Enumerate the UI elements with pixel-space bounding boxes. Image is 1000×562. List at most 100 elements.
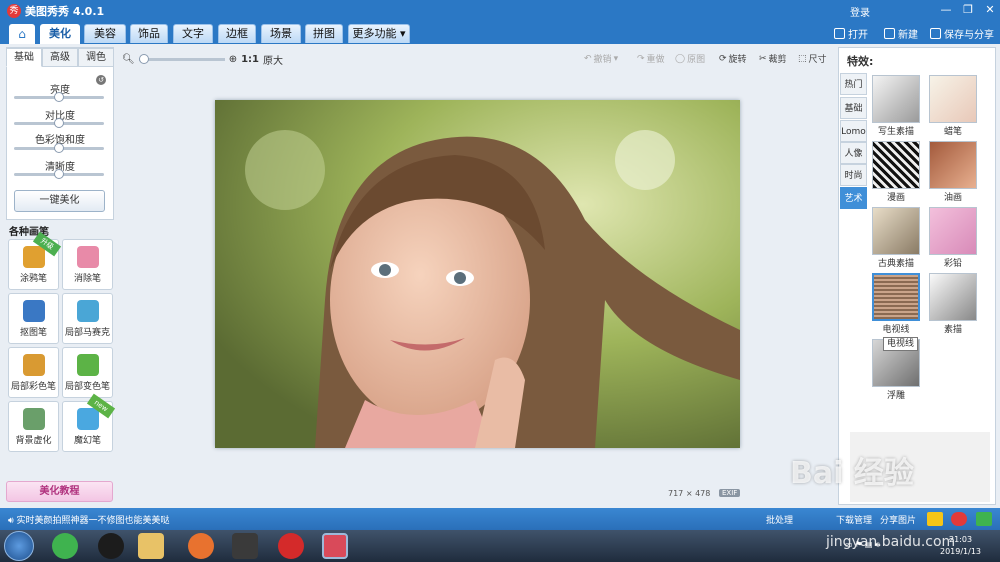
tab-beauty[interactable]: 美容 [84, 24, 126, 43]
scissors-icon: ✂ [759, 53, 767, 64]
tab-frame[interactable]: 边框 [218, 24, 256, 43]
folder-icon [834, 28, 845, 39]
mosaic-tool[interactable]: 局部马赛克 [62, 293, 113, 344]
tab-decoration[interactable]: 饰品 [130, 24, 168, 43]
save-icon [930, 28, 941, 39]
effect-oil[interactable]: 油画 [929, 141, 977, 203]
exif-button[interactable]: EXIF [719, 489, 741, 497]
effect-crayon[interactable]: 蜡笔 [929, 75, 977, 137]
eraser-tool[interactable]: 消除笔 [62, 239, 113, 290]
effect-classic-sketch[interactable]: 古典素描 [872, 207, 920, 269]
zoom-in-icon[interactable]: ⊕ [229, 54, 237, 65]
status-message[interactable]: 🔊︎ 实时美颜拍照神器一不修图也能美美哒 [8, 513, 170, 526]
tab-color[interactable]: 调色 [78, 48, 114, 67]
slider-knob[interactable] [54, 118, 64, 128]
brush-icon [23, 354, 45, 376]
zoom-knob[interactable] [138, 53, 149, 64]
paint-bucket-icon [77, 354, 99, 376]
taskbar-app-icon[interactable] [52, 533, 78, 559]
tab-basic[interactable]: 基础 [6, 48, 42, 67]
contrast-slider[interactable] [14, 118, 104, 128]
redo-button[interactable]: ↷ 重做 [637, 52, 665, 66]
minimize-button[interactable]: — [938, 3, 954, 17]
main-nav: ⌂ 美化 美容 饰品 文字 边框 场景 拼图 更多功能 ▾ 打开 新建 保存与分… [0, 22, 1000, 44]
zoom-out-icon[interactable]: 🔍︎ [122, 54, 135, 65]
tab-basic-effects[interactable]: 基础 [840, 97, 867, 119]
effect-color-pencil[interactable]: 彩铅 [929, 207, 977, 269]
tab-fashion[interactable]: 时尚 [840, 164, 867, 186]
tutorial-button[interactable]: 美化教程 [6, 481, 113, 502]
app-window: 秀 美图秀秀 4.0.1 登录 — ❐ ✕ ⌂ 美化 美容 饰品 文字 边框 场… [0, 0, 1000, 562]
app-title: 美图秀秀 4.0.1 [25, 5, 105, 18]
video-app-icon[interactable] [232, 533, 258, 559]
undo-button[interactable]: ↶ 撤销 ▾ [584, 52, 619, 66]
effects-title: 特效: [847, 55, 874, 68]
close-button[interactable]: ✕ [982, 3, 998, 17]
rotate-icon: ⟳ [719, 53, 727, 64]
cutout-tool[interactable]: 抠图笔 [8, 293, 59, 344]
one-key-beautify-button[interactable]: 一键美化 [14, 190, 105, 212]
tab-collage[interactable]: 拼图 [305, 24, 343, 43]
download-manager-button[interactable]: 下载管理 [836, 513, 872, 526]
tab-hot[interactable]: 热门 [840, 73, 867, 95]
qq-icon[interactable] [98, 533, 124, 559]
slider-knob[interactable] [54, 92, 64, 102]
save-share-button[interactable]: 保存与分享 [930, 26, 994, 41]
record-icon[interactable] [278, 533, 304, 559]
tab-portrait[interactable]: 人像 [840, 142, 867, 164]
saturation-slider[interactable] [14, 143, 104, 153]
tab-lomo[interactable]: Lomo [840, 120, 867, 142]
color-brush-tool[interactable]: 局部彩色笔 [8, 347, 59, 398]
dropdown-icon[interactable]: ▾ [614, 54, 619, 64]
slider-knob[interactable] [54, 143, 64, 153]
batch-button[interactable]: 批处理 [766, 513, 793, 526]
start-button[interactable] [4, 531, 34, 561]
magic-wand-icon [77, 408, 99, 430]
star-icon[interactable] [927, 512, 943, 526]
home-icon[interactable]: ⌂ [9, 24, 35, 44]
magic-brush-tool[interactable]: new 魔幻笔 [62, 393, 116, 452]
undo-icon: ↶ [584, 53, 592, 64]
tab-more[interactable]: 更多功能 ▾ [348, 24, 410, 43]
recolor-brush-tool[interactable]: 局部变色笔 [62, 347, 113, 398]
effect-sketch[interactable]: 写生素描 [872, 75, 920, 137]
resize-button[interactable]: ⬚ 尺寸 [798, 52, 827, 66]
meitu-taskbar-icon[interactable] [322, 533, 348, 559]
resize-icon: ⬚ [798, 53, 807, 64]
share-image-button[interactable]: 分享图片 [880, 513, 916, 526]
weibo-icon[interactable] [951, 512, 967, 526]
zoom-control: 🔍︎ ⊕ 1:1 原大 [122, 51, 283, 67]
brightness-slider[interactable] [14, 92, 104, 102]
tab-scene[interactable]: 场景 [261, 24, 301, 43]
folder-icon[interactable] [138, 533, 164, 559]
blur-icon [23, 408, 45, 430]
tab-art[interactable]: 艺术 [840, 187, 867, 209]
slider-knob[interactable] [54, 169, 64, 179]
tab-text[interactable]: 文字 [173, 24, 213, 43]
original-button[interactable]: ◯ 原图 [675, 52, 705, 66]
rotate-button[interactable]: ⟳ 旋转 [719, 52, 747, 66]
image-dimensions: 717 × 478 [668, 489, 711, 498]
sharpness-slider[interactable] [14, 169, 104, 179]
background-blur-tool[interactable]: 背景虚化 [8, 401, 59, 452]
effect-tv-lines[interactable]: 电视线 [872, 273, 920, 335]
zoom-ratio[interactable]: 1:1 [241, 54, 259, 65]
eraser-icon [77, 246, 99, 268]
firefox-icon[interactable] [188, 533, 214, 559]
effect-comic[interactable]: 漫画 [872, 141, 920, 203]
login-link[interactable]: 登录 [850, 4, 870, 19]
effect-plain-sketch[interactable]: 素描 [929, 273, 977, 335]
plus-icon[interactable] [976, 512, 992, 526]
original-size-button[interactable]: 原大 [263, 52, 283, 67]
open-button[interactable]: 打开 [834, 26, 868, 41]
tab-beautify[interactable]: 美化 [40, 24, 80, 44]
photo-canvas[interactable] [215, 100, 740, 448]
baidu-watermark: Bai 经验 [790, 456, 914, 491]
circle-icon: ◯ [675, 53, 686, 64]
restore-button[interactable]: ❐ [960, 3, 976, 17]
crop-button[interactable]: ✂ 裁剪 [759, 52, 787, 66]
new-button[interactable]: 新建 [884, 26, 918, 41]
tab-advanced[interactable]: 高级 [42, 48, 78, 67]
doodle-brush-tool[interactable]: 升级 涂鸦笔 [8, 231, 62, 290]
zoom-slider[interactable] [138, 53, 225, 64]
